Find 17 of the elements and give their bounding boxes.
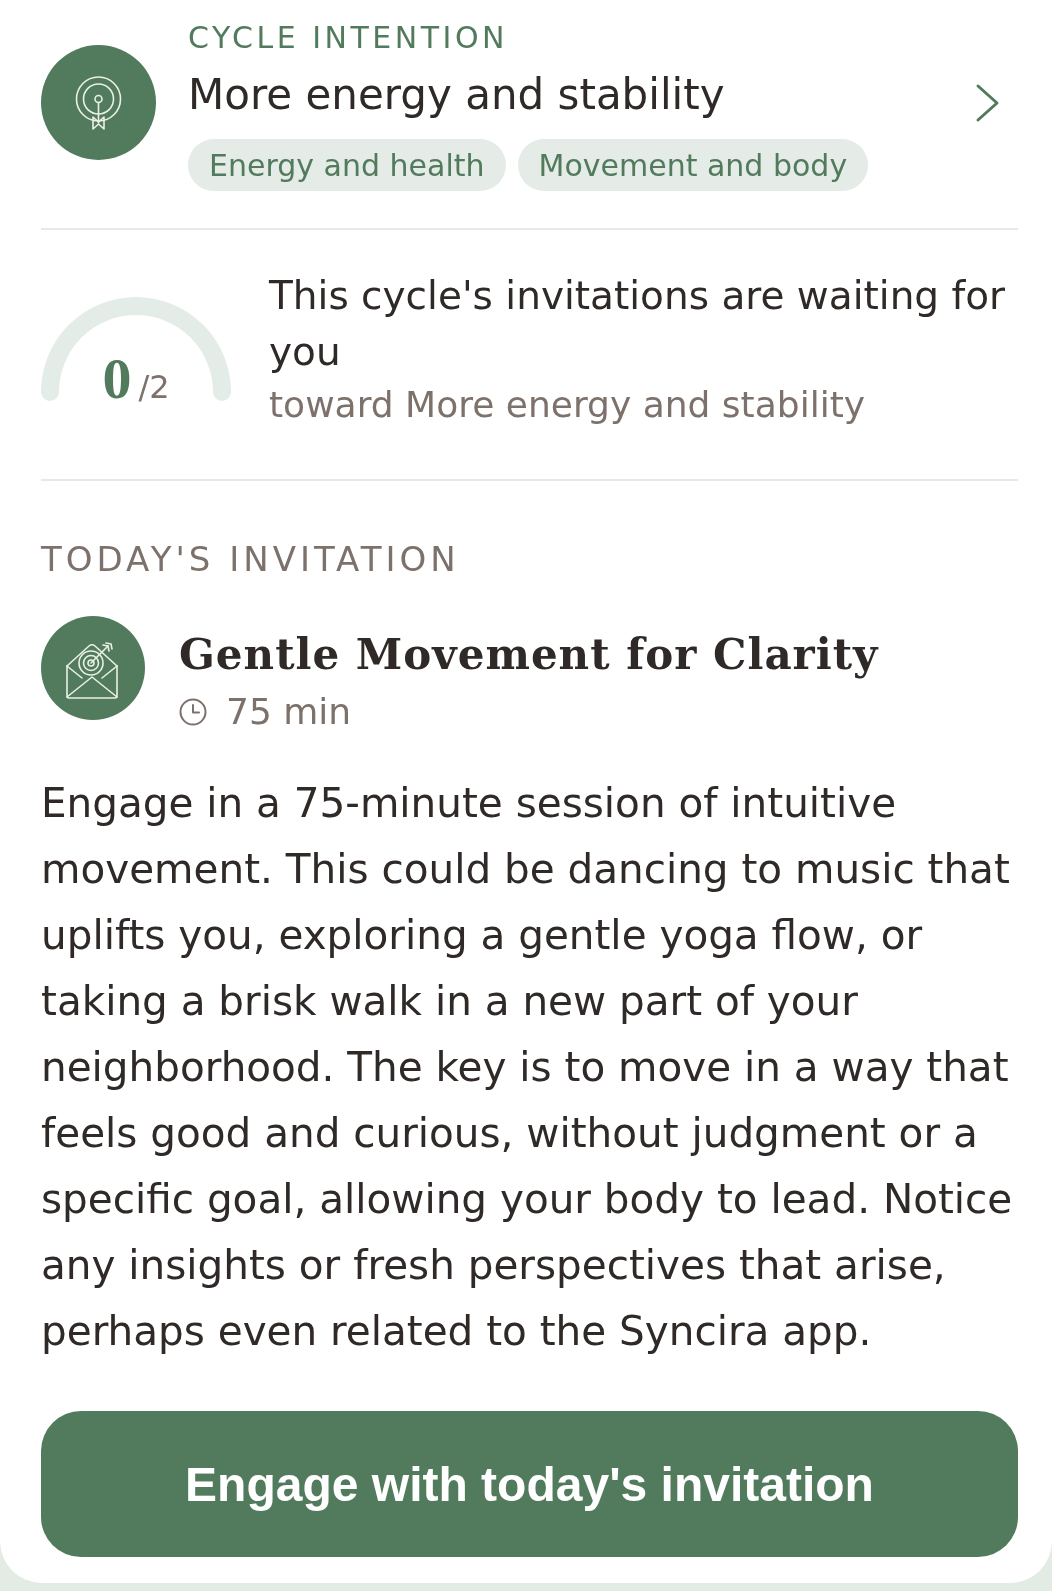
target-icon	[41, 45, 156, 160]
completed-count: 0	[102, 350, 132, 407]
invitation-description: Engage in a 75-minute session of intuitive movement. This could be dancing to music that uplifts you, exploring a gentle yoga flow, or taking a brisk walk in a new part of your neighborhood. The key is to move in a way that feels good and curious, without judgment or a specific goal, allowing your body to lead. Notice any insights or fresh perspectives that arise, perhaps even related to the Syncira app.	[41, 778, 1014, 1357]
envelope-target-icon	[41, 615, 145, 720]
clock-icon	[179, 698, 207, 726]
section-label: CYCLE INTENTION	[188, 20, 508, 56]
progress-subtitle: toward More energy and stability	[269, 382, 866, 427]
chevron-right-icon[interactable]	[975, 83, 1001, 123]
duration-text: 75 min	[226, 690, 352, 734]
section-label: TODAY'S INVITATION	[41, 538, 460, 579]
tag-chip: Movement and body	[517, 139, 869, 191]
tag-chip: Energy and health	[188, 139, 506, 191]
progress-heading: This cycle's invitations are waiting for you	[269, 271, 1007, 376]
intention-title: More energy and stability	[188, 69, 725, 120]
invitation-title: Gentle Movement for Clarity	[179, 628, 879, 681]
total-count: /2	[138, 368, 170, 405]
engage-button[interactable]: Engage with today's invitation	[41, 1411, 1018, 1557]
